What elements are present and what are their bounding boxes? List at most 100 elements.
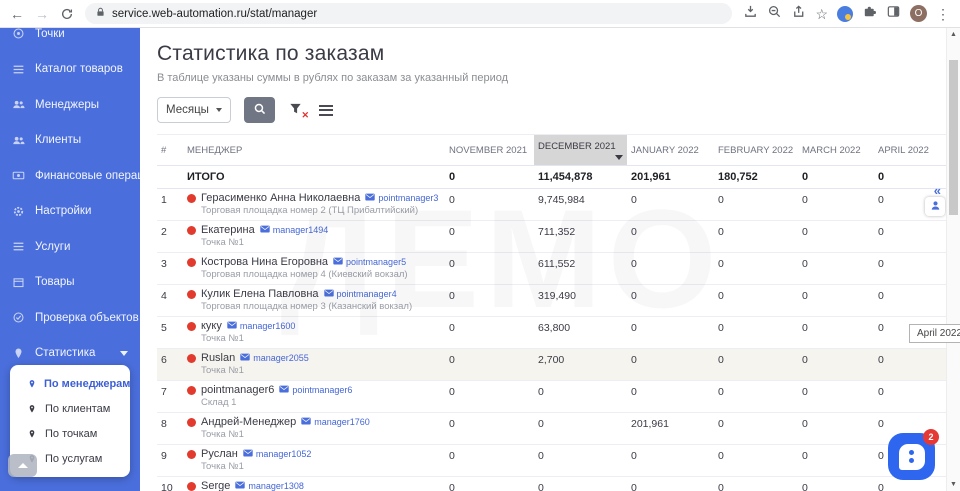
chat-widget-button[interactable]: 2 (888, 433, 935, 480)
month-value: 0 (874, 253, 946, 285)
sidebar-item[interactable]: Настройки (0, 194, 140, 230)
sidepanel-icon[interactable] (886, 4, 901, 24)
table-row[interactable]: 6Ruslanmanager2055Точка №102,7000000 (157, 349, 946, 381)
table-row[interactable]: 5кукуmanager1600Точка №1063,8000000 (157, 317, 946, 349)
table-menu-icon[interactable] (319, 105, 333, 116)
sidebar-item[interactable]: Финансовые операции (0, 158, 140, 194)
sidebar-item[interactable]: Клиенты (0, 123, 140, 159)
status-dot-icon (187, 194, 196, 203)
scroll-down-icon[interactable]: ▼ (947, 481, 960, 488)
month-value: 0 (798, 413, 874, 445)
sidebar-item[interactable]: Проверка объектов (0, 300, 140, 336)
manager-login-link[interactable]: pointmanager3 (365, 193, 438, 203)
zoom-out-icon[interactable] (767, 4, 782, 24)
pin-icon (12, 346, 26, 360)
sidebar-item[interactable]: Каталог товаров (0, 52, 140, 88)
gear-icon (12, 204, 26, 218)
manager-login-link[interactable]: manager1052 (243, 449, 312, 459)
sidebar-collapse-button[interactable] (8, 454, 37, 477)
status-dot-icon (187, 482, 196, 491)
column-header[interactable]: JANUARY 2022 (627, 135, 714, 166)
submenu-item-label: По услугам (45, 453, 102, 465)
search-button[interactable] (244, 97, 275, 123)
column-header[interactable]: NOVEMBER 2021 (445, 135, 534, 166)
table-row[interactable]: 9Русланmanager1052Точка №1000000 (157, 445, 946, 477)
totals-label: ИТОГО (183, 166, 445, 189)
address-bar[interactable]: service.web-automation.ru/stat/manager (85, 3, 732, 24)
main-content: ДЕМО Статистика по заказам В таблице ука… (140, 28, 946, 491)
submenu-item[interactable]: По клиентам (10, 396, 130, 421)
month-value: 0 (445, 445, 534, 477)
bookmark-star-icon[interactable]: ☆ (815, 7, 828, 21)
sidebar-item[interactable]: Точки (0, 28, 140, 52)
sidebar-item-label: Менеджеры (35, 99, 99, 111)
extension-icon[interactable] (837, 6, 853, 22)
table-row[interactable]: 10Sergemanager1308Точка №1000000 (157, 477, 946, 491)
month-value: 0 (714, 349, 798, 381)
month-value: 0 (874, 221, 946, 253)
manager-login-link[interactable]: manager1308 (235, 481, 304, 491)
column-header[interactable]: FEBRUARY 2022 (714, 135, 798, 166)
manager-login-link[interactable]: pointmanager4 (324, 289, 397, 299)
manager-login-link[interactable]: manager1494 (260, 225, 329, 235)
submenu-item-label: По точкам (45, 428, 97, 440)
table-row[interactable]: 2Екатеринаmanager1494Точка №10711,352000… (157, 221, 946, 253)
install-icon[interactable] (743, 4, 758, 24)
forward-icon[interactable]: → (35, 7, 49, 21)
point-name: Точка №1 (201, 237, 441, 248)
manager-login-link[interactable]: pointmanager6 (279, 385, 352, 395)
month-value: 0 (445, 285, 534, 317)
point-name: Точка №1 (201, 429, 441, 440)
manager-name: Serge (201, 480, 230, 491)
lock-icon (95, 5, 106, 23)
table-row[interactable]: 3Кострова Нина Егоровнаpointmanager5Торг… (157, 253, 946, 285)
table-row[interactable]: 4Кулик Елена Павловнаpointmanager4Торгов… (157, 285, 946, 317)
status-dot-icon (187, 322, 196, 331)
column-header[interactable]: MARCH 2022 (798, 135, 874, 166)
submenu-item[interactable]: По менеджерам (10, 371, 130, 396)
column-header[interactable]: МЕНЕДЖЕР (183, 135, 445, 166)
column-header[interactable]: # (157, 135, 183, 166)
manager-login-link[interactable]: manager1760 (301, 417, 370, 427)
manager-login-link[interactable]: manager1600 (227, 321, 296, 331)
table-row[interactable]: 8Андрей-Менеджерmanager1760Точка №100201… (157, 413, 946, 445)
vertical-scrollbar[interactable]: ▲ ▼ (946, 28, 960, 491)
puzzle-extensions-icon[interactable] (862, 4, 877, 24)
sidebar-item[interactable]: Менеджеры (0, 87, 140, 123)
column-header[interactable]: DECEMBER 2021 (534, 135, 627, 166)
month-value: 0 (627, 221, 714, 253)
manager-name: Андрей-Менеджер (201, 416, 296, 428)
manager-login-link[interactable]: pointmanager5 (333, 257, 406, 267)
clear-filter-button[interactable]: ✕ (288, 101, 306, 119)
statistics-table: #МЕНЕДЖЕРNOVEMBER 2021DECEMBER 2021JANUA… (157, 134, 946, 491)
table-row[interactable]: 1Герасименко Анна Николаевнаpointmanager… (157, 189, 946, 221)
profile-avatar[interactable]: O (910, 5, 927, 22)
column-header[interactable]: APRIL 2022 (874, 135, 946, 166)
month-value: 319,490 (534, 285, 627, 317)
user-panel-button[interactable] (925, 197, 945, 216)
sidebar-item-label: Клиенты (35, 134, 81, 146)
table-row[interactable]: 7pointmanager6pointmanager6Склад 1000000 (157, 381, 946, 413)
sidebar-item-label: Услуги (35, 241, 70, 253)
month-value: 0 (445, 477, 534, 491)
month-value: 0 (445, 349, 534, 381)
scrollbar-thumb[interactable] (949, 60, 958, 215)
status-dot-icon (187, 386, 196, 395)
month-value: 0 (714, 477, 798, 491)
month-value: 0 (798, 445, 874, 477)
browser-menu-icon[interactable]: ⋮ (936, 7, 950, 21)
month-value: 0 (798, 349, 874, 381)
manager-login-link[interactable]: manager2055 (240, 353, 309, 363)
manager-name: куку (201, 320, 222, 332)
row-number: 10 (157, 477, 183, 491)
reload-icon[interactable] (60, 7, 74, 21)
collapse-panel-icon[interactable]: « (934, 184, 941, 197)
month-value: 0 (627, 253, 714, 285)
sidebar-item[interactable]: Товары (0, 265, 140, 301)
back-icon[interactable]: ← (10, 7, 24, 21)
period-select[interactable]: Месяцы (157, 97, 231, 123)
share-icon[interactable] (791, 4, 806, 24)
submenu-item[interactable]: По точкам (10, 421, 130, 446)
scroll-up-icon[interactable]: ▲ (947, 31, 960, 38)
sidebar-item[interactable]: Услуги (0, 229, 140, 265)
